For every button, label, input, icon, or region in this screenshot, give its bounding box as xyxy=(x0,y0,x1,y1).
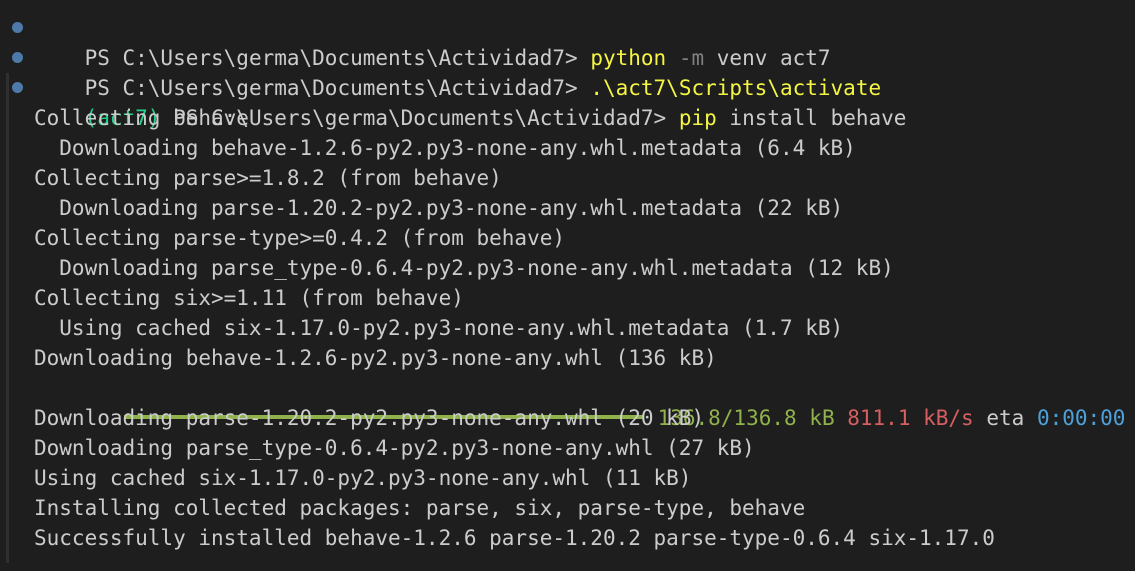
command-decoration-icon[interactable] xyxy=(12,52,23,63)
output-line: Downloading behave-1.2.6-py2.py3-none-an… xyxy=(34,136,856,160)
prompt-line-2: PS C:\Users\germa\Documents\Actividad7> … xyxy=(0,43,1135,100)
output-line: Downloading parse-1.20.2-py2.py3-none-an… xyxy=(34,196,844,220)
output-line: Collecting parse-type>=0.4.2 (from behav… xyxy=(34,226,566,250)
output-line: Downloading parse_type-0.6.4-py2.py3-non… xyxy=(34,436,755,460)
output-line: Downloading parse-1.20.2-py2.py3-none-an… xyxy=(34,406,705,430)
output-line: Successfully installed behave-1.2.6 pars… xyxy=(34,526,995,550)
download-progress-line: 136.8/136.8 kB 811.1 kB/s eta 0:00:00 xyxy=(0,373,1135,430)
command-decoration-icon[interactable] xyxy=(12,22,23,33)
output-line: Using cached six-1.17.0-py2.py3-none-any… xyxy=(34,316,844,340)
prompt-line-3: (act7) PS C:\Users\germa\Documents\Activ… xyxy=(0,73,1135,130)
command-decoration-icon[interactable] xyxy=(12,82,23,93)
output-line: Downloading parse_type-0.6.4-py2.py3-non… xyxy=(34,256,894,280)
output-line: Using cached six-1.17.0-py2.py3-none-any… xyxy=(34,466,692,490)
output-line: Collecting parse>=1.8.2 (from behave) xyxy=(34,166,502,190)
output-line: Collecting six>=1.11 (from behave) xyxy=(34,286,464,310)
output-line: Installing collected packages: parse, si… xyxy=(34,496,806,520)
output-line: Collecting behave xyxy=(34,106,249,130)
output-line: Downloading behave-1.2.6-py2.py3-none-an… xyxy=(34,346,717,370)
prompt-line-1: PS C:\Users\germa\Documents\Actividad7> … xyxy=(0,13,1135,70)
terminal-panel[interactable]: PS C:\Users\germa\Documents\Actividad7> … xyxy=(0,0,1135,571)
